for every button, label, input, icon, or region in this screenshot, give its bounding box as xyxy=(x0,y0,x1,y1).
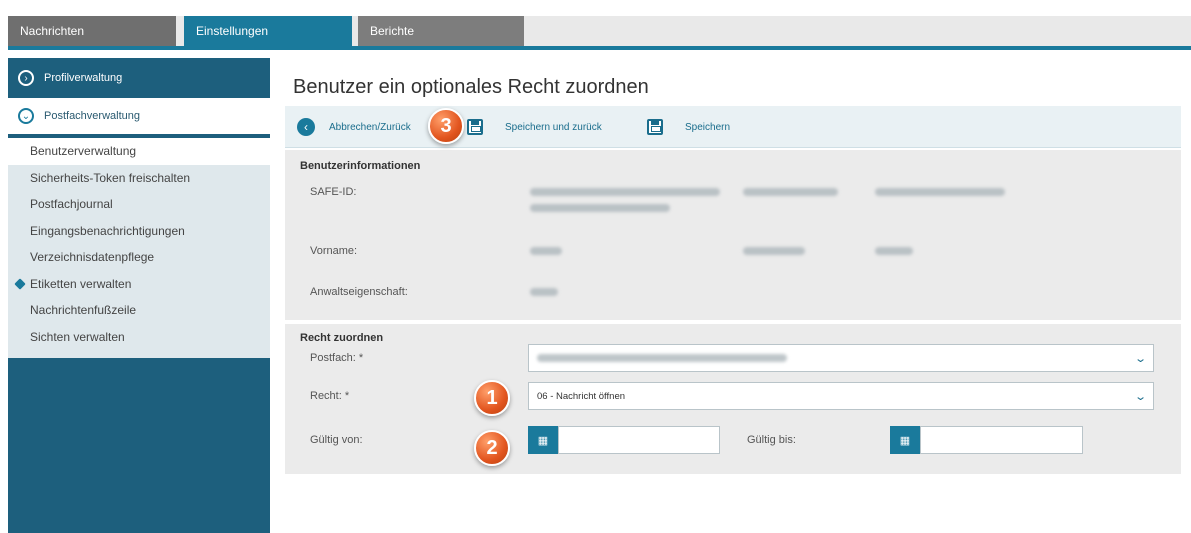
anwaltseigenschaft-label: Anwaltseigenschaft: xyxy=(310,286,408,298)
redacted-value xyxy=(530,188,720,196)
gueltig-von-input[interactable] xyxy=(558,426,720,454)
sidebar-item-label: Postfachverwaltung xyxy=(44,110,140,122)
gueltig-bis-input[interactable] xyxy=(920,426,1083,454)
redacted-value xyxy=(530,247,562,255)
sidebar-item-nachrichtenfusszeile[interactable]: Nachrichtenfußzeile xyxy=(8,297,270,324)
vorname-label: Vorname: xyxy=(310,245,358,257)
recht-label: Recht: * xyxy=(310,390,350,402)
floppy-disk-icon xyxy=(467,119,483,135)
back-button[interactable]: ‹ Abbrechen/Zurück xyxy=(297,106,411,148)
tag-icon xyxy=(14,277,26,290)
save-label: Speichern xyxy=(685,121,731,133)
back-button-label: Abbrechen/Zurück xyxy=(329,121,411,133)
main-content: Benutzer ein optionales Recht zuordnen ‹… xyxy=(285,58,1181,533)
save-and-back-button[interactable]: Speichern und zurück xyxy=(467,106,602,148)
postfach-submenu: Benutzerverwaltung Sicherheits-Token fre… xyxy=(8,138,270,358)
chevron-down-icon: ⌄ xyxy=(1133,391,1147,403)
section-title-recht-zuordnen: Recht zuordnen xyxy=(300,332,384,344)
gueltig-von-datepicker: ▦ xyxy=(528,426,720,454)
top-navigation: Nachrichten Einstellungen Berichte xyxy=(8,16,1191,50)
sidebar-item-verzeichnisdatenpflege[interactable]: Verzeichnisdatenpflege xyxy=(8,244,270,271)
chevron-down-icon: ⌄ xyxy=(1133,353,1147,365)
sidebar-item-label: Profilverwaltung xyxy=(44,72,123,84)
safe-id-label: SAFE-ID: xyxy=(310,186,357,198)
sidebar-item-benutzerverwaltung[interactable]: Benutzerverwaltung xyxy=(8,138,270,165)
sidebar-item-eingangsbenachrichtigungen[interactable]: Eingangsbenachrichtigungen xyxy=(8,218,270,245)
tab-nachrichten[interactable]: Nachrichten xyxy=(8,16,176,46)
sidebar-item-label: Etiketten verwalten xyxy=(30,276,132,291)
redacted-value xyxy=(875,247,913,255)
gueltig-bis-datepicker: ▦ xyxy=(890,426,1083,454)
action-toolbar: ‹ Abbrechen/Zurück Speichern und zurück … xyxy=(285,106,1181,148)
tab-einstellungen[interactable]: Einstellungen xyxy=(184,16,352,46)
user-info-section: Benutzerinformationen SAFE-ID: Vorname: … xyxy=(285,150,1181,320)
sidebar-item-profilverwaltung[interactable]: › Profilverwaltung xyxy=(8,60,270,96)
redacted-value xyxy=(743,247,805,255)
redacted-value xyxy=(537,354,787,362)
save-button[interactable]: Speichern xyxy=(647,106,730,148)
sidebar: › Profilverwaltung ⌄ Postfachverwaltung … xyxy=(8,58,270,533)
sidebar-item-sichten[interactable]: Sichten verwalten xyxy=(8,324,270,351)
calendar-icon[interactable]: ▦ xyxy=(890,426,920,454)
sidebar-item-etiketten[interactable]: Etiketten verwalten xyxy=(8,271,270,298)
arrow-left-circle-icon: ‹ xyxy=(297,118,315,136)
postfach-label: Postfach: * xyxy=(310,352,364,364)
step-badge-2: 2 xyxy=(474,430,510,466)
arrow-right-circle-icon: › xyxy=(18,70,34,86)
form-card: Benutzerinformationen SAFE-ID: Vorname: … xyxy=(285,150,1181,530)
recht-select-value: 06 - Nachricht öffnen xyxy=(537,390,626,402)
floppy-disk-icon xyxy=(647,119,663,135)
recht-select[interactable]: 06 - Nachricht öffnen ⌄ xyxy=(528,382,1154,410)
save-and-back-label: Speichern und zurück xyxy=(505,121,602,133)
postfach-select[interactable]: ⌄ xyxy=(528,344,1154,372)
gueltig-von-label: Gültig von: xyxy=(310,434,363,446)
sidebar-item-sicherheits-token[interactable]: Sicherheits-Token freischalten xyxy=(8,165,270,192)
calendar-icon[interactable]: ▦ xyxy=(528,426,558,454)
redacted-value xyxy=(875,188,1005,196)
step-badge-3: 3 xyxy=(428,108,464,144)
section-title-benutzerinformationen: Benutzerinformationen xyxy=(300,160,421,172)
recht-zuordnen-section: Recht zuordnen Postfach: * ⌄ Recht: * 06… xyxy=(285,324,1181,474)
sidebar-item-postfachjournal[interactable]: Postfachjournal xyxy=(8,191,270,218)
arrow-down-circle-icon: ⌄ xyxy=(18,108,34,124)
app-window: Nachrichten Einstellungen Berichte › Pro… xyxy=(0,0,1191,533)
page-title: Benutzer ein optionales Recht zuordnen xyxy=(293,76,649,98)
sidebar-item-postfachverwaltung[interactable]: ⌄ Postfachverwaltung xyxy=(8,98,270,134)
redacted-value xyxy=(530,288,558,296)
redacted-value xyxy=(530,204,670,212)
gueltig-bis-label: Gültig bis: xyxy=(747,434,796,446)
step-badge-1: 1 xyxy=(474,380,510,416)
redacted-value xyxy=(743,188,838,196)
tab-berichte[interactable]: Berichte xyxy=(358,16,524,46)
